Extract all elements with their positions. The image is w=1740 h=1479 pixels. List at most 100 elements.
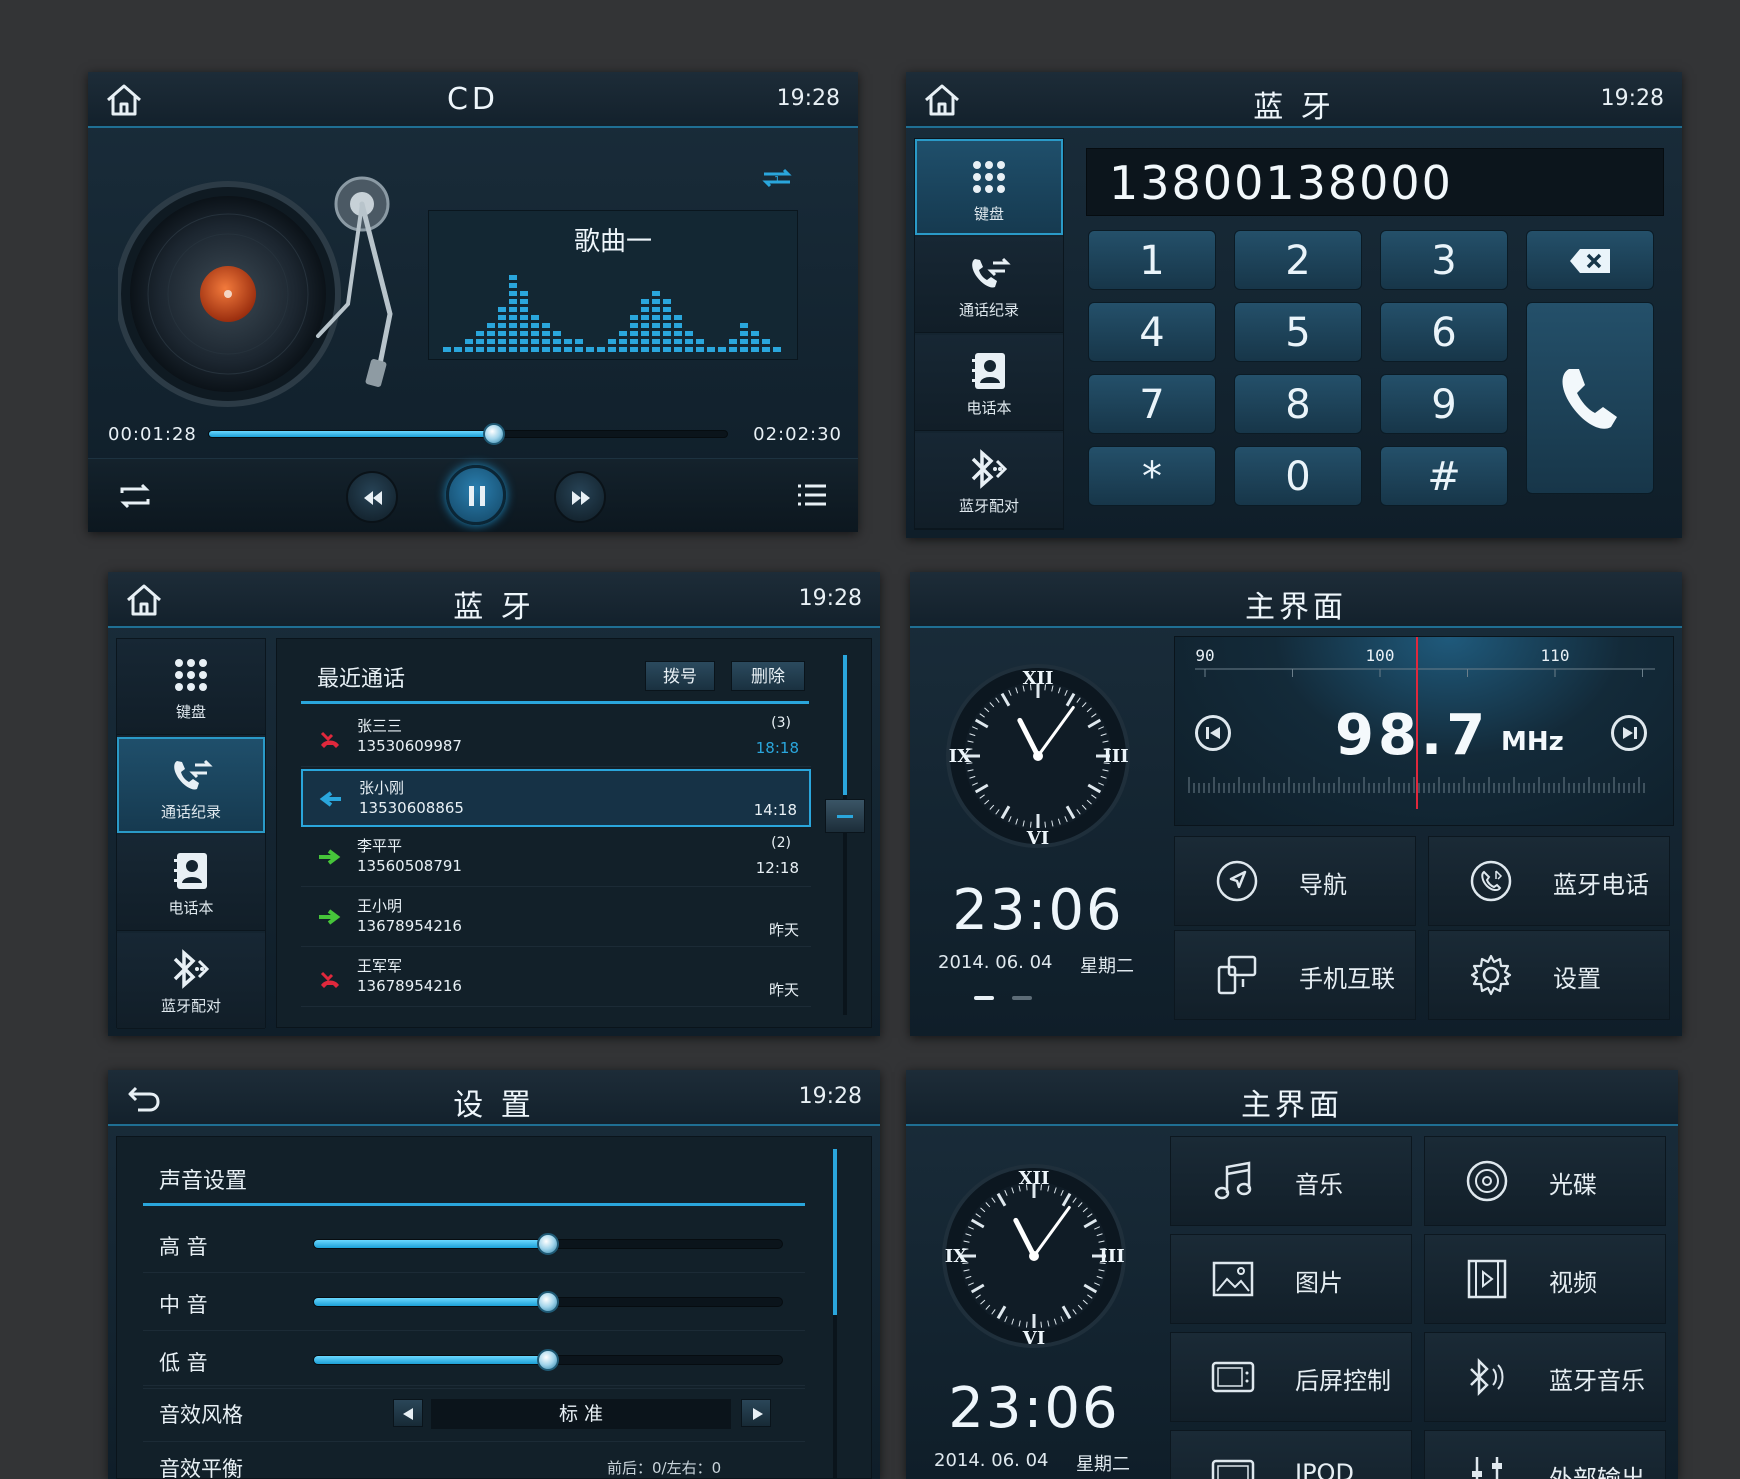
scrollbar[interactable]	[833, 1149, 837, 1479]
key-1[interactable]: 1	[1088, 230, 1216, 290]
call-button[interactable]	[1526, 302, 1654, 494]
sidebar-item-call-log[interactable]: 通话纪录	[915, 237, 1063, 333]
eq-bar	[685, 339, 693, 344]
tile-disc[interactable]: 光碟	[1424, 1136, 1666, 1226]
sidebar-item-pairing[interactable]: 蓝牙配对	[915, 433, 1063, 529]
playlist-icon[interactable]	[796, 483, 828, 507]
eq-bar	[751, 347, 759, 352]
prev-button[interactable]	[346, 471, 398, 523]
outgoing-call-icon	[319, 909, 341, 925]
eq-bar	[509, 307, 517, 312]
rewind-icon	[364, 491, 382, 505]
eq-bar	[542, 339, 550, 344]
eq-bar	[619, 331, 627, 336]
backspace-button[interactable]	[1526, 230, 1654, 290]
tone-slider-knob[interactable]	[537, 1349, 559, 1371]
progress-knob[interactable]	[482, 423, 505, 445]
eq-bar	[476, 347, 484, 352]
scrollbar[interactable]	[825, 655, 865, 1015]
frequency-unit: MHz	[1501, 727, 1564, 757]
style-next-button[interactable]	[741, 1399, 771, 1427]
tone-slider-fill	[314, 1356, 548, 1364]
scrollbar-thumb[interactable]	[825, 799, 865, 833]
tile-rear-control[interactable]: 后屏控制	[1170, 1332, 1412, 1422]
sidebar-item-pairing[interactable]: 蓝牙配对	[117, 933, 265, 1029]
sidebar-item-label: 电话本	[168, 899, 214, 917]
tone-slider[interactable]	[313, 1291, 783, 1313]
call-row[interactable]: 王小明 13678954216 昨天	[301, 889, 811, 947]
tile-pictures[interactable]: 图片	[1170, 1234, 1412, 1324]
eq-bar	[652, 339, 660, 344]
tile-music[interactable]: 音乐	[1170, 1136, 1412, 1226]
sidebar-item-keyboard[interactable]: 键盘	[915, 139, 1063, 235]
row-divider	[143, 1385, 805, 1386]
prev-station-button[interactable]	[1195, 715, 1231, 751]
navigation-icon	[1216, 860, 1258, 902]
contact-name: 张三三	[357, 717, 403, 735]
tile-settings[interactable]: 设置	[1428, 930, 1670, 1020]
key-3[interactable]: 3	[1380, 230, 1508, 290]
key-star[interactable]: *	[1088, 446, 1216, 506]
tile-bt-phone[interactable]: 蓝牙电话	[1428, 836, 1670, 926]
key-8[interactable]: 8	[1234, 374, 1362, 434]
call-row[interactable]: 张小刚 13530608865 14:18	[301, 769, 811, 827]
clock-numeral: XII	[1019, 1168, 1050, 1189]
key-5[interactable]: 5	[1234, 302, 1362, 362]
sidebar-item-keyboard[interactable]: 键盘	[117, 639, 265, 735]
call-row[interactable]: 李平平 13560508791 (2) 12:18	[301, 829, 811, 887]
eq-bar	[553, 339, 561, 344]
next-button[interactable]	[554, 471, 606, 523]
cd-screen: CD 19:28 1 歌曲一 00:01:28 02:02:30	[88, 72, 858, 532]
tile-bt-music[interactable]: 蓝牙音乐	[1424, 1332, 1666, 1422]
style-prev-button[interactable]	[393, 1399, 423, 1427]
tile-ipod[interactable]: IPOD	[1170, 1430, 1412, 1479]
key-hash[interactable]: #	[1380, 446, 1508, 506]
clock-pivot	[1033, 751, 1043, 761]
eq-bar	[575, 339, 583, 344]
eq-bar	[641, 323, 649, 328]
pause-button[interactable]	[446, 465, 506, 525]
call-row[interactable]: 王军军 13678954216 昨天	[301, 949, 811, 1007]
eq-bar	[509, 291, 517, 296]
eq-bar	[663, 339, 671, 344]
eq-bar	[663, 331, 671, 336]
sidebar-item-phonebook[interactable]: 电话本	[117, 835, 265, 931]
clock-numeral: III	[1103, 746, 1128, 767]
eq-bar	[707, 347, 715, 352]
key-6[interactable]: 6	[1380, 302, 1508, 362]
key-9[interactable]: 9	[1380, 374, 1508, 434]
eq-bar	[575, 347, 583, 352]
recent-calls-panel: 最近通话 拨号 删除 张三三 13530609987 (3) 18:18 张小刚 1353…	[276, 638, 872, 1028]
repeat-one-icon[interactable]: 1	[760, 164, 794, 192]
call-row[interactable]: 张三三 13530609987 (3) 18:18	[301, 709, 811, 767]
tile-video[interactable]: 视频	[1424, 1234, 1666, 1324]
progress-bar[interactable]	[208, 423, 728, 445]
eq-bar	[454, 347, 462, 352]
key-4[interactable]: 4	[1088, 302, 1216, 362]
key-0[interactable]: 0	[1234, 446, 1362, 506]
sidebar-item-phonebook[interactable]: 电话本	[915, 335, 1063, 431]
radio-panel: 90 100 110 98.7 MHz	[1174, 636, 1674, 826]
tile-phone-link[interactable]: 手机互联	[1174, 930, 1416, 1020]
page-title: 蓝 牙	[1253, 90, 1335, 125]
repeat-icon[interactable]	[118, 481, 152, 511]
dial-button[interactable]: 拨号	[645, 661, 715, 691]
delete-button[interactable]: 删除	[731, 661, 805, 691]
tone-slider[interactable]	[313, 1349, 783, 1371]
section-title: 最近通话	[317, 667, 406, 692]
key-7[interactable]: 7	[1088, 374, 1216, 434]
scrollbar-thumb[interactable]	[833, 1149, 837, 1315]
tone-slider[interactable]	[313, 1233, 783, 1255]
tone-slider-knob[interactable]	[537, 1233, 559, 1255]
tone-slider-knob[interactable]	[537, 1291, 559, 1313]
section-title: 声音设置	[159, 1169, 248, 1194]
eq-bar	[586, 347, 594, 352]
clock-numeral: VI	[1022, 1328, 1045, 1348]
sidebar-item-call-log[interactable]: 通话纪录	[117, 737, 265, 833]
tile-external-output[interactable]: 外部输出	[1424, 1430, 1666, 1479]
next-station-button[interactable]	[1611, 715, 1647, 751]
eq-bar	[509, 283, 517, 288]
tile-navigation[interactable]: 导航	[1174, 836, 1416, 926]
eq-bar	[674, 315, 682, 320]
key-2[interactable]: 2	[1234, 230, 1362, 290]
